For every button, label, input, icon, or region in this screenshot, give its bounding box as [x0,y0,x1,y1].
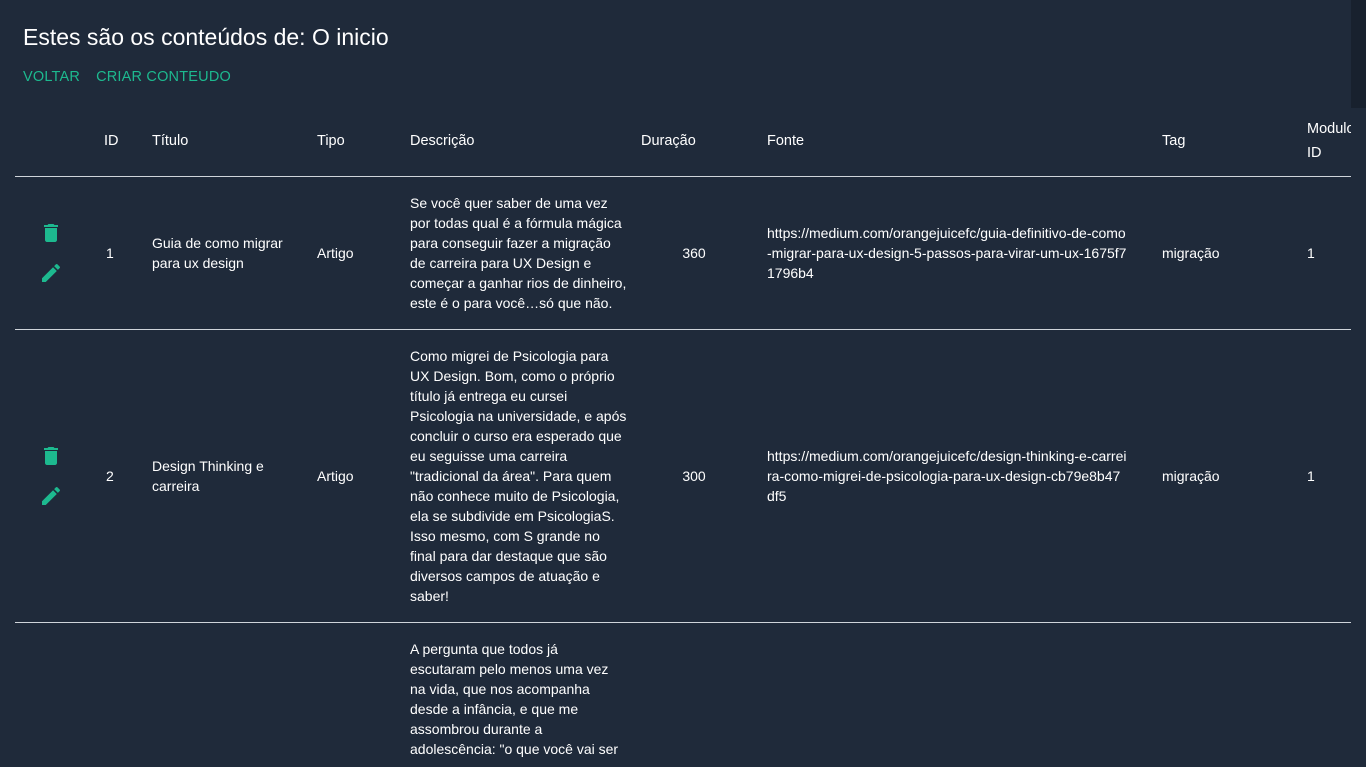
page-title: Estes são os conteúdos de: O inicio [23,24,389,50]
cell-fonte [747,622,1142,767]
cell-tag: migração [1142,329,1287,623]
cell-duracao [641,622,747,767]
cell-titulo: Design Thinking e carreira [152,329,317,623]
column-header-titulo[interactable]: Título [152,106,317,177]
column-header-duracao[interactable]: Duração [641,106,747,177]
cell-descricao: Como migrei de Psicologia para UX Design… [410,329,641,623]
scrollbar[interactable] [1351,0,1366,767]
row-actions [15,329,87,623]
cell-tipo [317,622,410,767]
table-row: 2 Design Thinking e carreira Artigo Como… [15,329,1351,623]
cell-duracao: 300 [641,329,747,623]
column-header-descricao[interactable]: Descrição [410,106,641,177]
cell-id: 1 [87,176,152,330]
column-header-actions [15,106,87,177]
cell-fonte: https://medium.com/orangejuicefc/guia-de… [747,176,1142,330]
contents-table: ID Título Tipo Descrição Duração Fonte T… [15,106,1355,767]
cell-id [87,622,152,767]
column-header-tag[interactable]: Tag [1142,106,1287,177]
cell-fonte: https://medium.com/orangejuicefc/design-… [747,329,1142,623]
create-content-button[interactable]: CRIAR CONTEUDO [96,68,231,86]
cell-titulo: Guia de como migrar para ux design [152,176,317,330]
cell-modulo-id [1287,622,1351,767]
cell-titulo [152,622,317,767]
column-header-fonte[interactable]: Fonte [747,106,1142,177]
edit-icon[interactable] [39,484,63,508]
cell-tipo: Artigo [317,176,410,330]
table-row: 1 Guia de como migrar para ux design Art… [15,176,1351,330]
scrollbar-thumb[interactable] [1351,0,1366,108]
cell-duracao: 360 [641,176,747,330]
cell-descricao: Se você quer saber de uma vez por todas … [410,176,641,330]
table-row: A pergunta que todos já escutaram pelo m… [15,622,1351,767]
column-header-id[interactable]: ID [87,106,152,177]
row-actions [15,622,87,767]
column-header-tipo[interactable]: Tipo [317,106,410,177]
edit-icon[interactable] [39,261,63,285]
cell-tipo: Artigo [317,329,410,623]
page: Estes são os conteúdos de: O inicio VOLT… [0,0,1366,767]
cell-tag [1142,622,1287,767]
row-actions [15,176,87,330]
cell-id: 2 [87,329,152,623]
cell-modulo-id: 1 [1287,176,1351,330]
delete-icon[interactable] [39,221,63,245]
action-bar: VOLTAR CRIAR CONTEUDO [23,68,231,86]
column-header-modulo-id[interactable]: Modulo ID [1287,106,1355,177]
delete-icon[interactable] [39,444,63,468]
table-header-row: ID Título Tipo Descrição Duração Fonte T… [15,106,1355,177]
cell-descricao: A pergunta que todos já escutaram pelo m… [410,622,641,767]
cell-tag: migração [1142,176,1287,330]
back-button[interactable]: VOLTAR [23,68,80,86]
cell-modulo-id: 1 [1287,329,1351,623]
